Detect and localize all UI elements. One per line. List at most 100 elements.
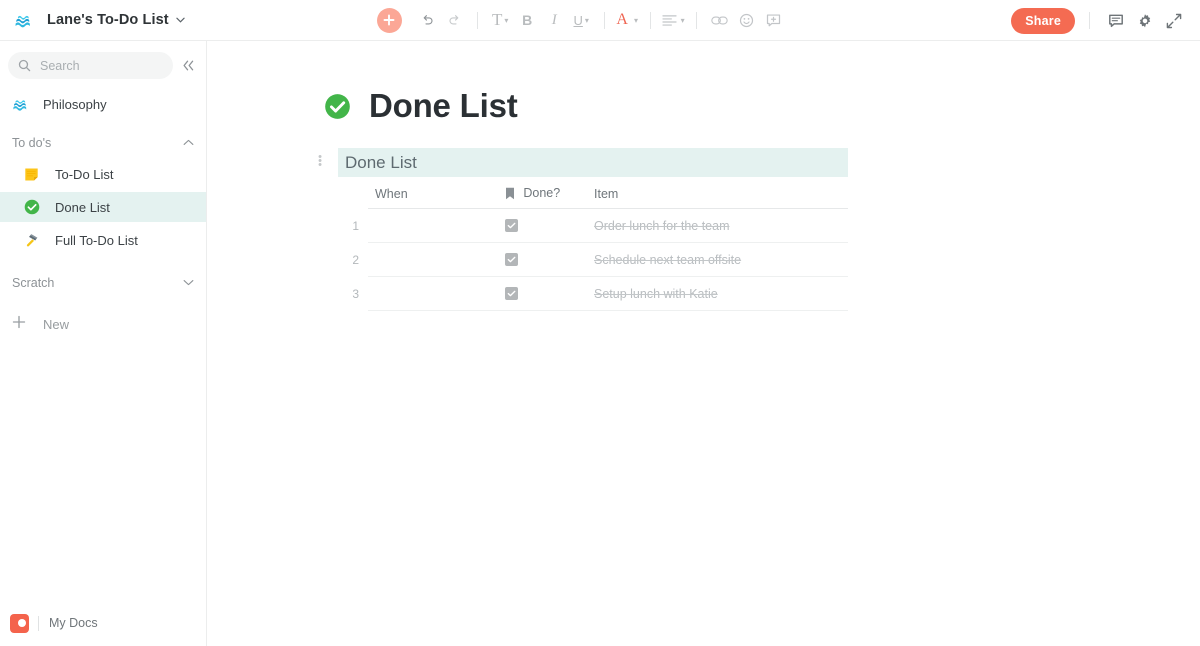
checkbox-checked[interactable] xyxy=(505,252,518,266)
link-button[interactable] xyxy=(706,7,733,34)
cell-item[interactable]: Order lunch for the team xyxy=(587,208,848,243)
sticky-note-icon xyxy=(24,167,44,182)
sidebar-item-full-to-do-list[interactable]: Full To-Do List xyxy=(0,225,206,255)
sidebar-item-to-do-list[interactable]: To-Do List xyxy=(0,159,206,189)
sidebar-item-label: Full To-Do List xyxy=(55,232,138,248)
sidebar-section-todos[interactable]: To do's xyxy=(0,130,206,156)
cell-done[interactable] xyxy=(505,276,587,311)
search-input[interactable]: Search xyxy=(8,52,173,79)
italic-button[interactable]: I xyxy=(541,7,568,34)
table-row[interactable]: 2 Schedule next team offsite xyxy=(338,242,848,277)
document-waves-icon xyxy=(10,7,36,33)
chevron-down-icon[interactable] xyxy=(183,278,194,289)
document-title: Lane's To-Do List xyxy=(47,12,169,28)
divider xyxy=(38,615,39,631)
column-header-done[interactable]: Done? xyxy=(505,177,587,209)
hammer-icon xyxy=(24,232,44,248)
document-chip[interactable]: Lane's To-Do List xyxy=(10,0,185,41)
my-docs-footer[interactable]: My Docs xyxy=(0,600,207,646)
undo-button[interactable] xyxy=(414,7,441,34)
waves-icon xyxy=(12,96,32,113)
bookmark-icon xyxy=(505,187,518,201)
toolbar-divider xyxy=(1089,12,1090,29)
bold-button[interactable]: B xyxy=(514,7,541,34)
search-row: Search xyxy=(0,52,206,79)
column-header-item[interactable]: Item xyxy=(587,177,848,209)
done-list-table: When Done? Item 1 Order lunch for the te… xyxy=(338,177,848,311)
cell-item[interactable]: Setup lunch with Katie xyxy=(587,276,848,311)
table-title[interactable]: Done List xyxy=(338,148,848,177)
table-header: When Done? Item xyxy=(338,177,848,209)
expand-icon[interactable] xyxy=(1159,6,1188,35)
sidebar-item-done-list[interactable]: Done List xyxy=(0,192,206,222)
redo-button[interactable] xyxy=(441,7,468,34)
comments-icon[interactable] xyxy=(1101,6,1130,35)
collapse-sidebar-button[interactable] xyxy=(178,55,198,77)
toolbar-divider xyxy=(603,11,605,29)
cell-done[interactable] xyxy=(505,208,587,243)
formatting-toolbar: T ▾ B I U ▾ A ▾ ▾ xyxy=(375,7,787,34)
row-index: 2 xyxy=(352,252,359,267)
cell-item[interactable]: Schedule next team offsite xyxy=(587,242,848,277)
underline-label: U xyxy=(573,12,583,28)
text-style-button[interactable]: T ▾ xyxy=(487,7,514,34)
chevron-down-icon[interactable]: ▾ xyxy=(681,16,685,25)
chevron-up-icon[interactable] xyxy=(183,138,194,149)
table-row[interactable]: 3 Setup lunch with Katie xyxy=(338,276,848,311)
sidebar-item-label: Done List xyxy=(55,199,110,215)
text-style-label: T xyxy=(491,10,503,29)
row-index-header xyxy=(338,177,368,209)
comment-add-button[interactable] xyxy=(760,7,787,34)
table-header-row: When Done? Item xyxy=(338,177,848,209)
drag-handle[interactable]: • • • xyxy=(317,152,323,171)
cell-when[interactable] xyxy=(368,276,505,311)
gear-icon[interactable] xyxy=(1130,6,1159,35)
emoji-button[interactable] xyxy=(733,7,760,34)
table-body: 1 Order lunch for the team 2 Schedule ne… xyxy=(338,208,848,311)
page-title: Done List xyxy=(369,87,518,124)
table-block: • • • Done List When Done? Item 1 Order … xyxy=(318,148,848,311)
toolbar-divider xyxy=(649,11,651,29)
my-docs-label: My Docs xyxy=(49,616,98,630)
new-page-label: New xyxy=(43,316,70,332)
chevron-down-icon[interactable]: ▾ xyxy=(634,16,638,25)
sidebar-section-scratch[interactable]: Scratch xyxy=(0,270,206,296)
add-block-button[interactable] xyxy=(376,7,402,33)
sidebar-item-philosophy[interactable]: Philosophy xyxy=(0,89,206,119)
sidebar-item-label: Philosophy xyxy=(43,96,107,112)
sidebar: Search Philosophy To do's To-Do List Don… xyxy=(0,41,207,646)
cell-when[interactable] xyxy=(368,208,505,243)
cell-done[interactable] xyxy=(505,242,587,277)
row-index: 3 xyxy=(352,286,359,301)
checkbox-checked[interactable] xyxy=(505,218,518,232)
chevron-down-icon[interactable]: ▾ xyxy=(585,16,589,25)
page-green-check-icon[interactable] xyxy=(324,93,351,120)
search-icon xyxy=(18,59,31,72)
plus-icon xyxy=(12,315,30,334)
cell-when[interactable] xyxy=(368,242,505,277)
share-button[interactable]: Share xyxy=(1011,7,1075,34)
column-header-when[interactable]: When xyxy=(368,177,505,209)
font-color-label: A xyxy=(616,11,628,28)
sidebar-item-label: To-Do List xyxy=(55,166,114,182)
coda-logo-icon xyxy=(10,613,29,633)
underline-button[interactable]: U ▾ xyxy=(568,7,595,34)
table-row[interactable]: 1 Order lunch for the team xyxy=(338,208,848,243)
toolbar-divider xyxy=(476,11,478,29)
bold-label: B xyxy=(522,12,533,28)
search-placeholder: Search xyxy=(40,58,80,73)
row-index: 1 xyxy=(352,218,359,233)
page-header: Done List xyxy=(324,87,1200,125)
checkbox-checked[interactable] xyxy=(505,286,518,300)
top-bar: Lane's To-Do List T ▾ B I U ▾ A ▾ ▾ Shar… xyxy=(0,0,1200,41)
column-header-done-label: Done? xyxy=(523,186,561,200)
chevron-down-icon[interactable]: ▾ xyxy=(504,16,508,25)
align-button[interactable]: ▾ xyxy=(660,7,687,34)
main-content: Done List • • • Done List When Done? Ite… xyxy=(207,41,1200,646)
section-title: To do's xyxy=(12,136,52,150)
new-page-button[interactable]: New xyxy=(0,310,206,338)
font-color-button[interactable]: A ▾ xyxy=(614,7,641,34)
toolbar-divider xyxy=(695,11,697,29)
green-check-icon xyxy=(24,199,44,215)
chevron-down-icon[interactable] xyxy=(176,15,185,26)
